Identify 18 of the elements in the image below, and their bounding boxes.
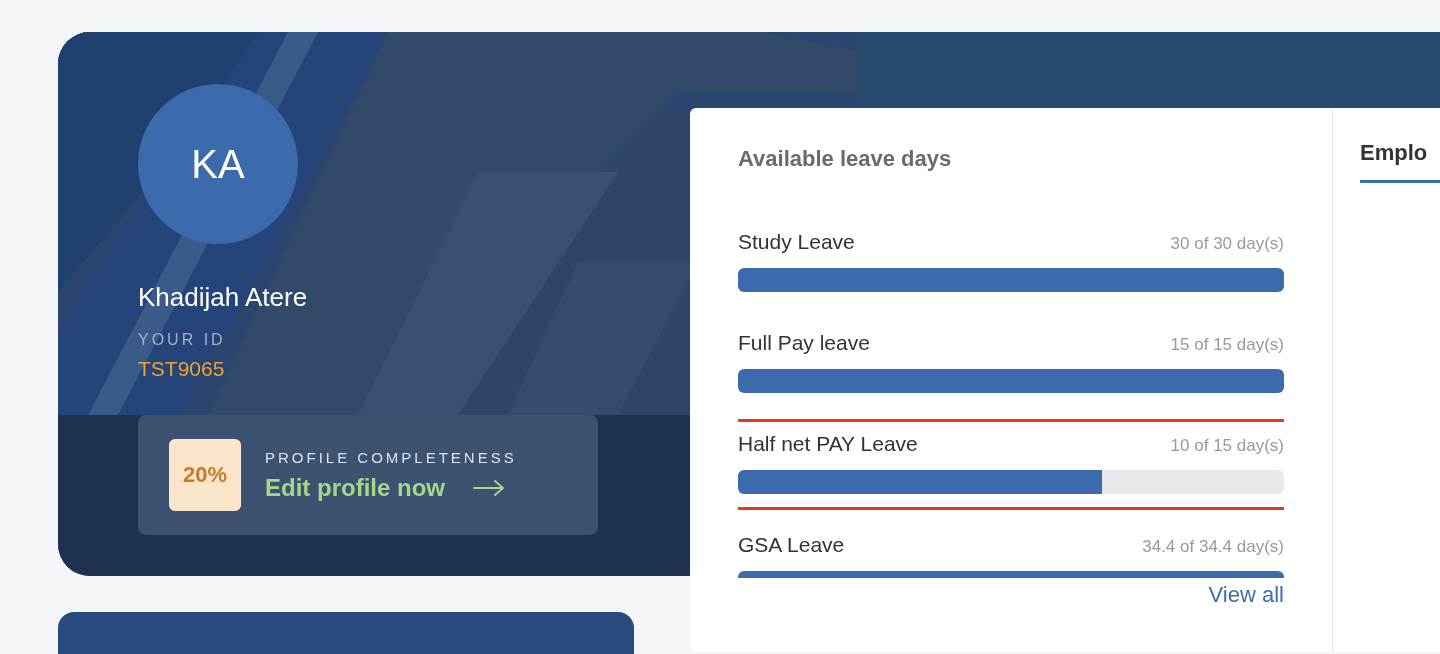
user-name: Khadijah Atere — [138, 282, 309, 313]
edit-profile-link[interactable]: Edit profile now — [265, 473, 505, 502]
completeness-label: PROFILE COMPLETENESS — [265, 448, 517, 466]
leave-balance: 15 of 15 day(s) — [1170, 335, 1284, 355]
id-label: YOUR ID — [138, 331, 226, 349]
leave-type: Study Leave — [738, 230, 855, 254]
user-id: TST9065 — [138, 357, 226, 381]
leave-balance: 30 of 30 day(s) — [1170, 234, 1284, 254]
arrow-right-icon — [473, 479, 505, 496]
leave-type: Full Pay leave — [738, 331, 870, 355]
leave-title: Available leave days — [738, 146, 953, 172]
leave-balance: 34.4 of 34.4 day(s) — [1142, 537, 1284, 557]
leave-type: Half net PAY Leave — [738, 432, 918, 456]
tab[interactable]: Emplo — [1360, 140, 1440, 183]
leave-type: GSA Leave — [738, 533, 845, 557]
view-all-link[interactable]: View all — [1208, 582, 1284, 608]
leave-balance: 10 of 15 day(s) — [1170, 436, 1284, 456]
completeness-percent: 20% — [169, 439, 241, 511]
